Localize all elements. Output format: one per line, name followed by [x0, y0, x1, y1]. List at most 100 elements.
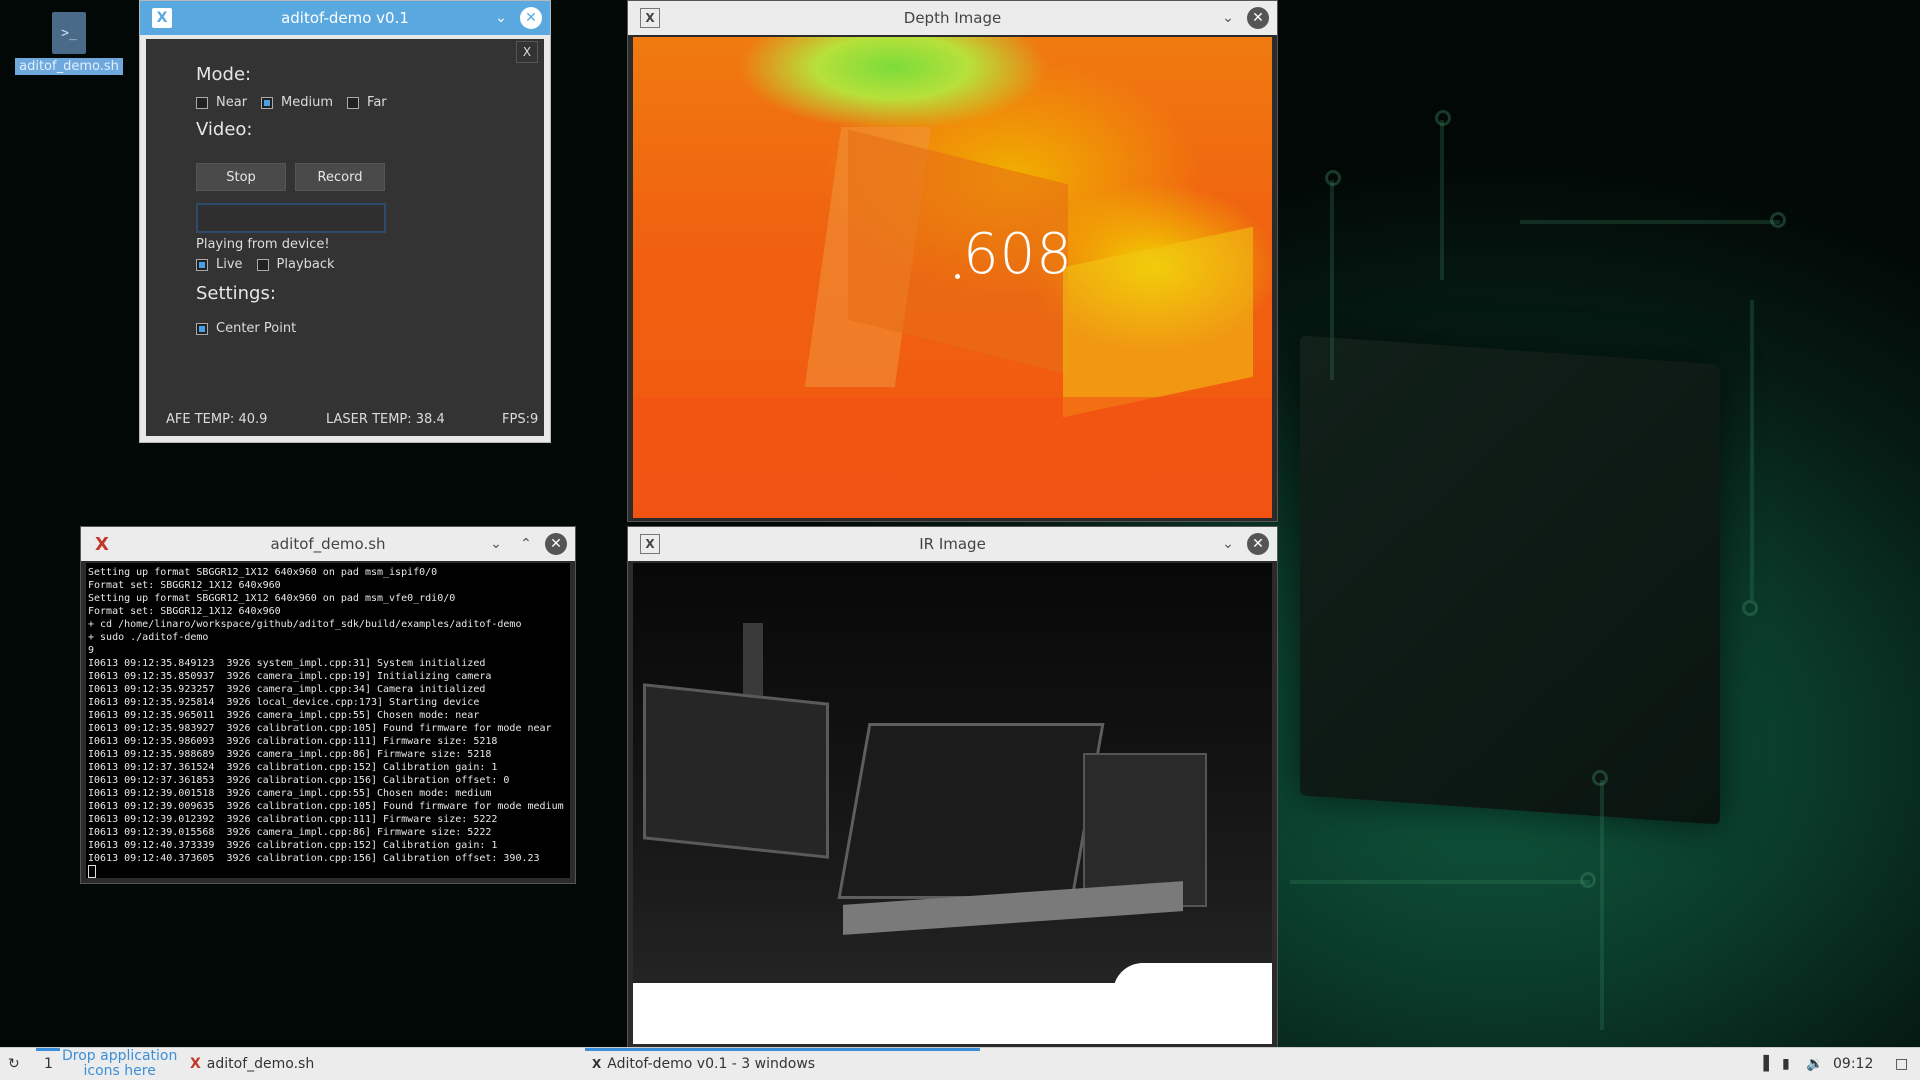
minimize-chevron-icon[interactable]: ⌄ [485, 533, 507, 555]
title-bar[interactable]: X IR Image ⌄ ✕ [628, 527, 1277, 561]
filename-input[interactable] [196, 203, 386, 233]
terminal-output[interactable]: Setting up format SBGGR12_1X12 640x960 o… [86, 563, 570, 878]
title-bar[interactable]: X aditof_demo.sh ⌄ ⌃ ✕ [81, 527, 575, 561]
background-chip [1300, 335, 1720, 825]
terminal-line: I0613 09:12:35.965011 3926 camera_impl.c… [88, 710, 480, 721]
pcb-trace [1520, 220, 1780, 224]
status-footer: AFE TEMP: 40.9 LASER TEMP: 38.4 FPS:9 [146, 412, 544, 430]
network-icon[interactable]: ▐ [1758, 1056, 1769, 1072]
control-panel: X Mode: Near Medium Far Video: Stop Reco… [146, 39, 544, 436]
ir-image-window: X IR Image ⌄ ✕ [627, 526, 1278, 1048]
pcb-trace [1750, 300, 1754, 600]
mode-near-checkbox[interactable] [196, 96, 208, 109]
playback-checkbox[interactable] [256, 258, 269, 271]
pcb-trace [1440, 120, 1444, 280]
playback-label: Playback [276, 257, 335, 272]
scene-shape [837, 723, 1105, 899]
maximize-chevron-icon[interactable]: ⌃ [515, 533, 537, 555]
terminal-line: + sudo ./aditof-demo [88, 632, 209, 643]
terminal-line: I0613 09:12:39.015568 3926 camera_impl.c… [88, 827, 492, 838]
volume-icon[interactable]: 🔉 [1806, 1056, 1823, 1072]
desktop-icon-label: aditof_demo.sh [15, 58, 123, 75]
x-app-icon: X [640, 8, 660, 28]
pcb-pad [1435, 110, 1451, 126]
window-title: IR Image [919, 535, 986, 553]
task-aditof-demo[interactable]: X Aditof-demo v0.1 - 3 windows [592, 1056, 815, 1072]
close-icon[interactable]: ✕ [520, 7, 542, 29]
launcher-drop-zone[interactable]: Drop application icons here [62, 1049, 177, 1079]
pcb-trace [1330, 180, 1334, 380]
xterm-app-icon: X [95, 533, 109, 555]
terminal-line: Format set: SBGGR12_1X12 640x960 [88, 606, 281, 617]
mode-options: Near Medium Far [196, 95, 397, 110]
pcb-pad [1580, 872, 1596, 888]
title-bar[interactable]: X aditof-demo v0.1 ⌄ ✕ [140, 1, 550, 35]
mode-near-label: Near [216, 95, 248, 110]
scene-shape [643, 683, 829, 859]
pcb-pad [1592, 770, 1608, 786]
terminal-line: I0613 09:12:40.373605 3926 calibration.c… [88, 853, 540, 864]
drop-hint-line1: Drop application [62, 1048, 178, 1064]
aditof-demo-window: X aditof-demo v0.1 ⌄ ✕ X Mode: Near Medi… [139, 0, 551, 443]
video-heading: Video: [196, 119, 253, 140]
terminal-line: Setting up format SBGGR12_1X12 640x960 o… [88, 593, 456, 604]
terminal-line: I0613 09:12:37.361524 3926 calibration.c… [88, 762, 498, 773]
terminal-line: I0613 09:12:39.001518 3926 camera_impl.c… [88, 788, 492, 799]
terminal-line: I0613 09:12:35.925814 3926 local_device.… [88, 697, 480, 708]
desktop-icon-aditof-demo[interactable]: >_ aditof_demo.sh [15, 12, 123, 75]
pcb-trace [1290, 880, 1590, 884]
task-terminal-label: aditof_demo.sh [206, 1056, 315, 1072]
center-point-checkbox[interactable] [196, 322, 208, 335]
x-app-icon: X [592, 1057, 602, 1071]
terminal-line: Format set: SBGGR12_1X12 640x960 [88, 580, 281, 591]
terminal-line: 9 [88, 645, 95, 656]
terminal-line: I0613 09:12:35.849123 3926 system_impl.c… [88, 658, 486, 669]
x-app-icon: X [640, 534, 660, 554]
close-icon[interactable]: ✕ [1247, 7, 1269, 29]
minimize-chevron-icon[interactable]: ⌄ [490, 7, 512, 29]
center-point-marker [955, 274, 960, 279]
taskbar: ↻ 1 Drop application icons here X aditof… [0, 1047, 1920, 1080]
close-icon[interactable]: ✕ [545, 533, 567, 555]
terminal-line: I0613 09:12:35.923257 3926 camera_impl.c… [88, 684, 486, 695]
playback-status: Playing from device! [196, 237, 330, 252]
drop-hint-line2: icons here [83, 1063, 156, 1079]
panel-close-button[interactable]: X [516, 41, 538, 63]
minimize-chevron-icon[interactable]: ⌄ [1217, 7, 1239, 29]
mode-medium-checkbox[interactable] [261, 96, 274, 109]
depth-image[interactable]: 608 [633, 37, 1272, 518]
terminal-line: I0613 09:12:35.850937 3926 camera_impl.c… [88, 671, 492, 682]
ir-image[interactable] [633, 563, 1272, 1044]
depth-image-window: X Depth Image ⌄ ✕ 608 [627, 0, 1278, 522]
clock[interactable]: 09:12 [1833, 1056, 1873, 1072]
center-point-label: Center Point [216, 321, 297, 336]
show-desktop-icon[interactable]: □ [1895, 1056, 1908, 1072]
session-icon[interactable]: ↻ [8, 1056, 20, 1072]
minimize-chevron-icon[interactable]: ⌄ [1217, 533, 1239, 555]
window-title: Depth Image [903, 9, 1002, 27]
settings-heading: Settings: [196, 283, 276, 304]
workspace-number[interactable]: 1 [44, 1056, 53, 1072]
usb-icon[interactable]: ▮ [1782, 1056, 1790, 1072]
fps-readout: FPS:9 [502, 412, 539, 427]
pcb-pad [1742, 600, 1758, 616]
afe-temp: AFE TEMP: 40.9 [166, 412, 268, 427]
x-app-icon: X [152, 8, 172, 28]
close-icon[interactable]: ✕ [1247, 533, 1269, 555]
center-depth-value: 608 [963, 222, 1073, 287]
mode-far-checkbox[interactable] [347, 96, 360, 109]
record-button[interactable]: Record [295, 163, 385, 191]
live-checkbox[interactable] [196, 258, 208, 271]
terminal-line: I0613 09:12:40.373339 3926 calibration.c… [88, 840, 498, 851]
mode-heading: Mode: [196, 64, 252, 85]
terminal-line: Setting up format SBGGR12_1X12 640x960 o… [88, 567, 438, 578]
xterm-icon: X [190, 1056, 201, 1072]
settings-options: Center Point [196, 321, 306, 336]
task-terminal[interactable]: X aditof_demo.sh [190, 1056, 314, 1072]
task-aditof-demo-label: Aditof-demo v0.1 - 3 windows [607, 1056, 816, 1072]
stop-button[interactable]: Stop [196, 163, 286, 191]
title-bar[interactable]: X Depth Image ⌄ ✕ [628, 1, 1277, 35]
source-options: Live Playback [196, 257, 345, 272]
scene-shape [1113, 963, 1272, 1003]
live-label: Live [216, 257, 243, 272]
